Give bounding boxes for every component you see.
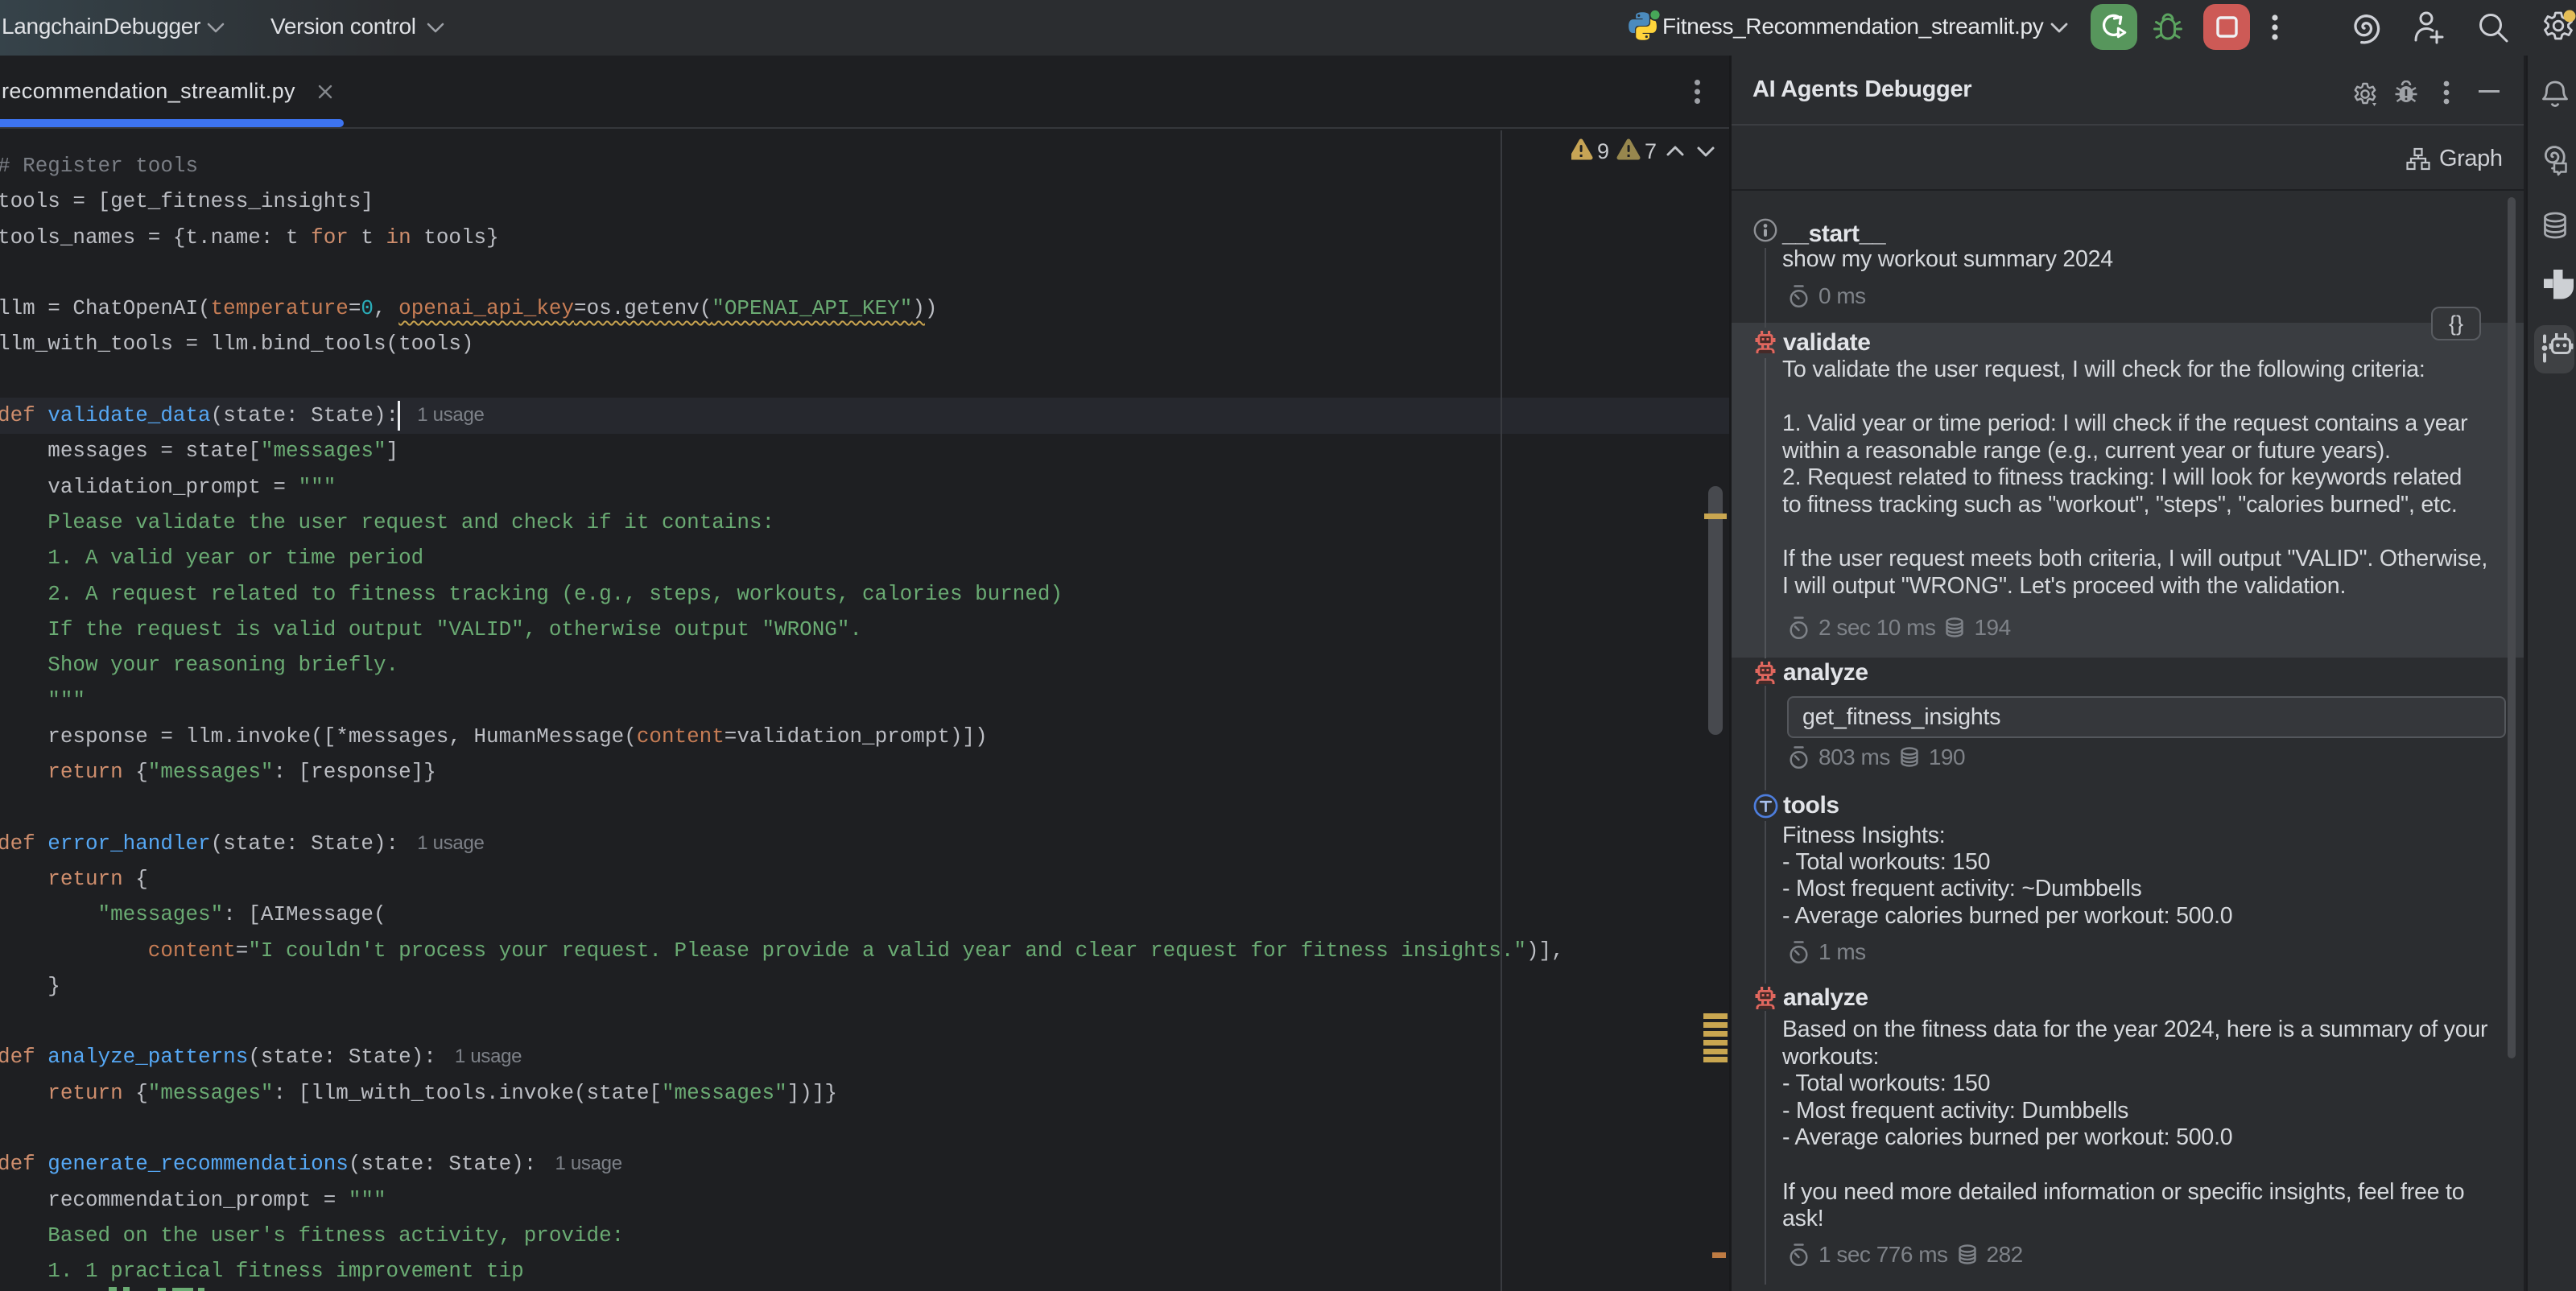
svg-text:7: 7 [1645,139,1657,163]
svg-text:9: 9 [1597,139,1609,163]
